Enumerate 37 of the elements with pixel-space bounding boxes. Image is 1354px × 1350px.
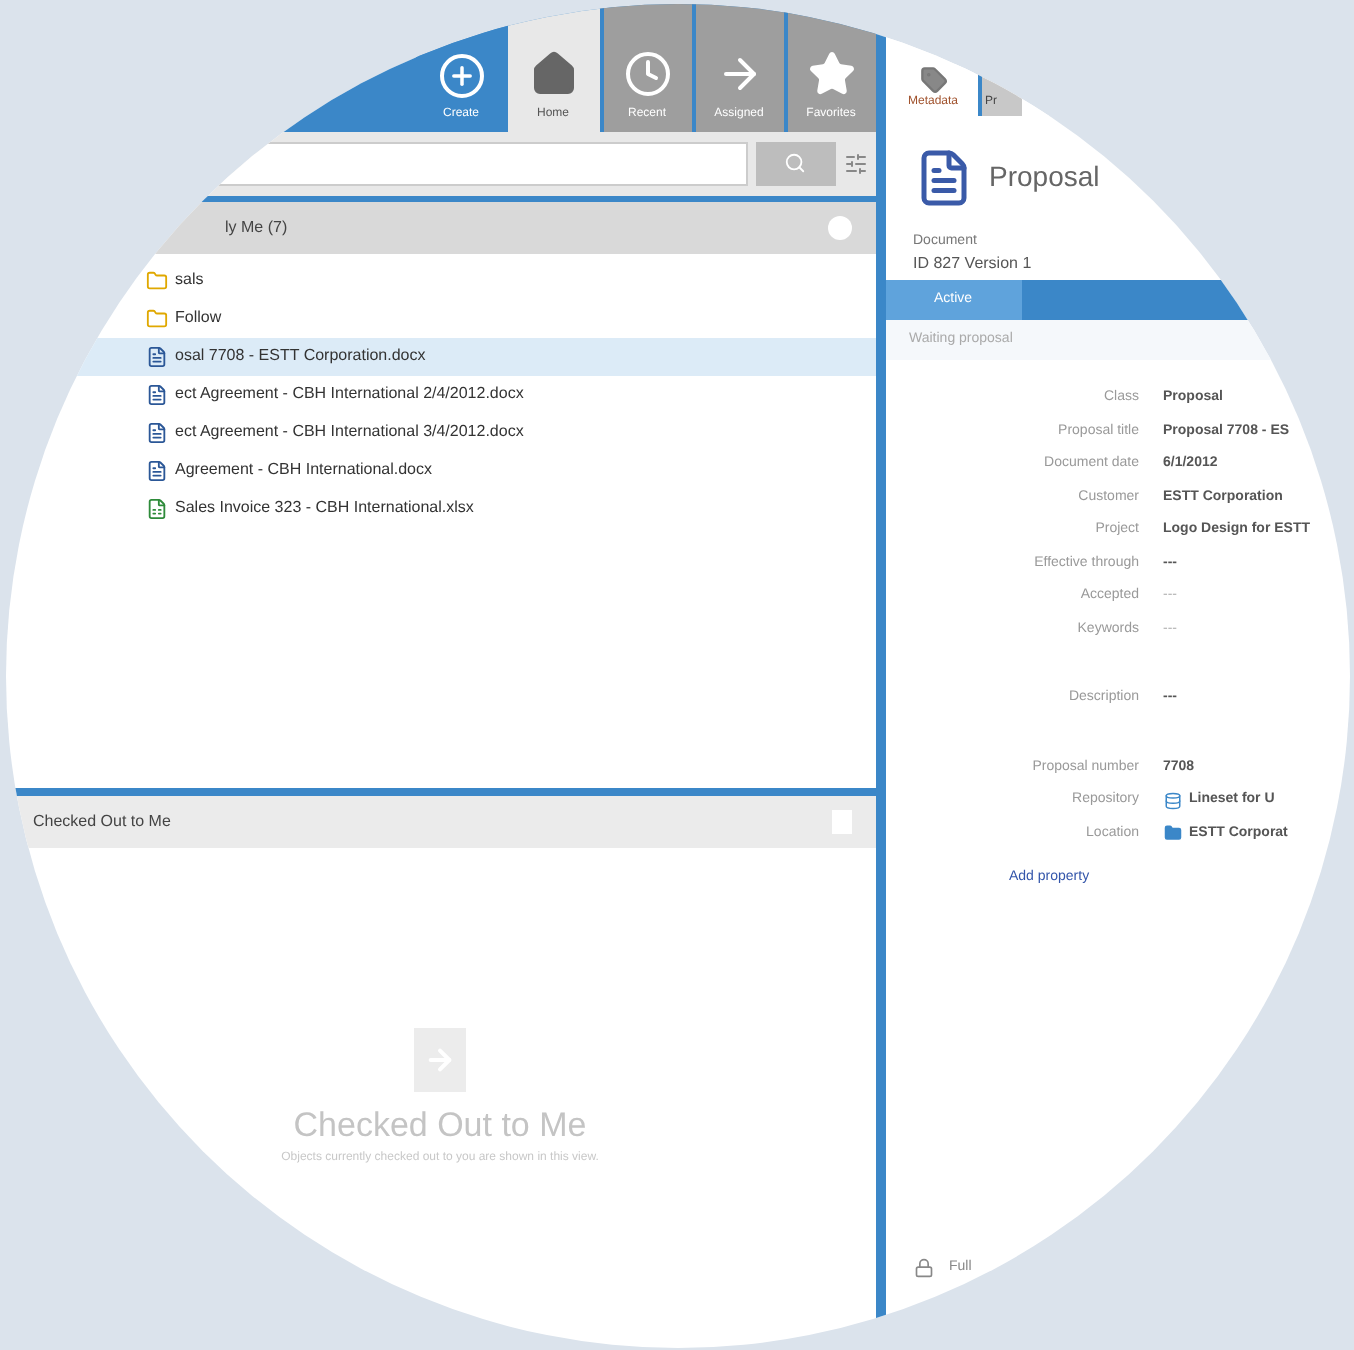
tag-icon [919,65,947,93]
item-name: osal 7708 - ESTT Corporation.docx [175,344,426,368]
item-name: Agreement - CBH International.docx [175,458,433,482]
star-icon [807,49,855,97]
item-name: Follow [175,306,222,330]
folder-icon [1163,824,1181,843]
document-icon [145,345,167,367]
item-name: sals [175,268,204,292]
clock-icon [623,49,671,97]
folder-icon [145,269,167,291]
section-title: Checked Out to Me [33,809,171,833]
list-item[interactable]: ect Agreement - CBH International 2/4/2012.docx [5,375,875,413]
vault-icon [1163,791,1181,810]
collapse-icon[interactable] [827,215,851,239]
spreadsheet-icon [145,497,167,519]
lock-icon [913,1258,933,1279]
list-item[interactable]: Sales Invoice 323 - CBH International.xlsx [5,489,875,527]
object-id: ID 827 Version 1 [911,252,1034,276]
list-item[interactable]: sals [5,261,875,299]
list-item[interactable]: Agreement - CBH International.docx [5,451,875,489]
section-title: ly Me (7) [225,215,288,239]
empty-title: Checked Out to Me [293,1103,587,1147]
filter-icon[interactable] [843,151,867,175]
folder-icon [145,307,167,329]
document-icon [145,421,167,443]
house-icon [529,49,577,97]
list-item[interactable]: Follow [5,299,875,337]
plus-icon [439,53,483,97]
object-title: Proposal [989,158,1100,196]
search-icon [784,152,806,174]
list-item[interactable]: ect Agreement - CBH International 3/4/2012.docx [5,413,875,451]
document-icon [145,383,167,405]
item-name: ect Agreement - CBH International 2/4/2012.docx [175,382,524,406]
item-name: Sales Invoice 323 - CBH International.xlsx [175,496,474,520]
document-icon [145,459,167,481]
item-name: ect Agreement - CBH International 3/4/2012.docx [175,420,524,444]
search-button[interactable] [755,141,835,185]
